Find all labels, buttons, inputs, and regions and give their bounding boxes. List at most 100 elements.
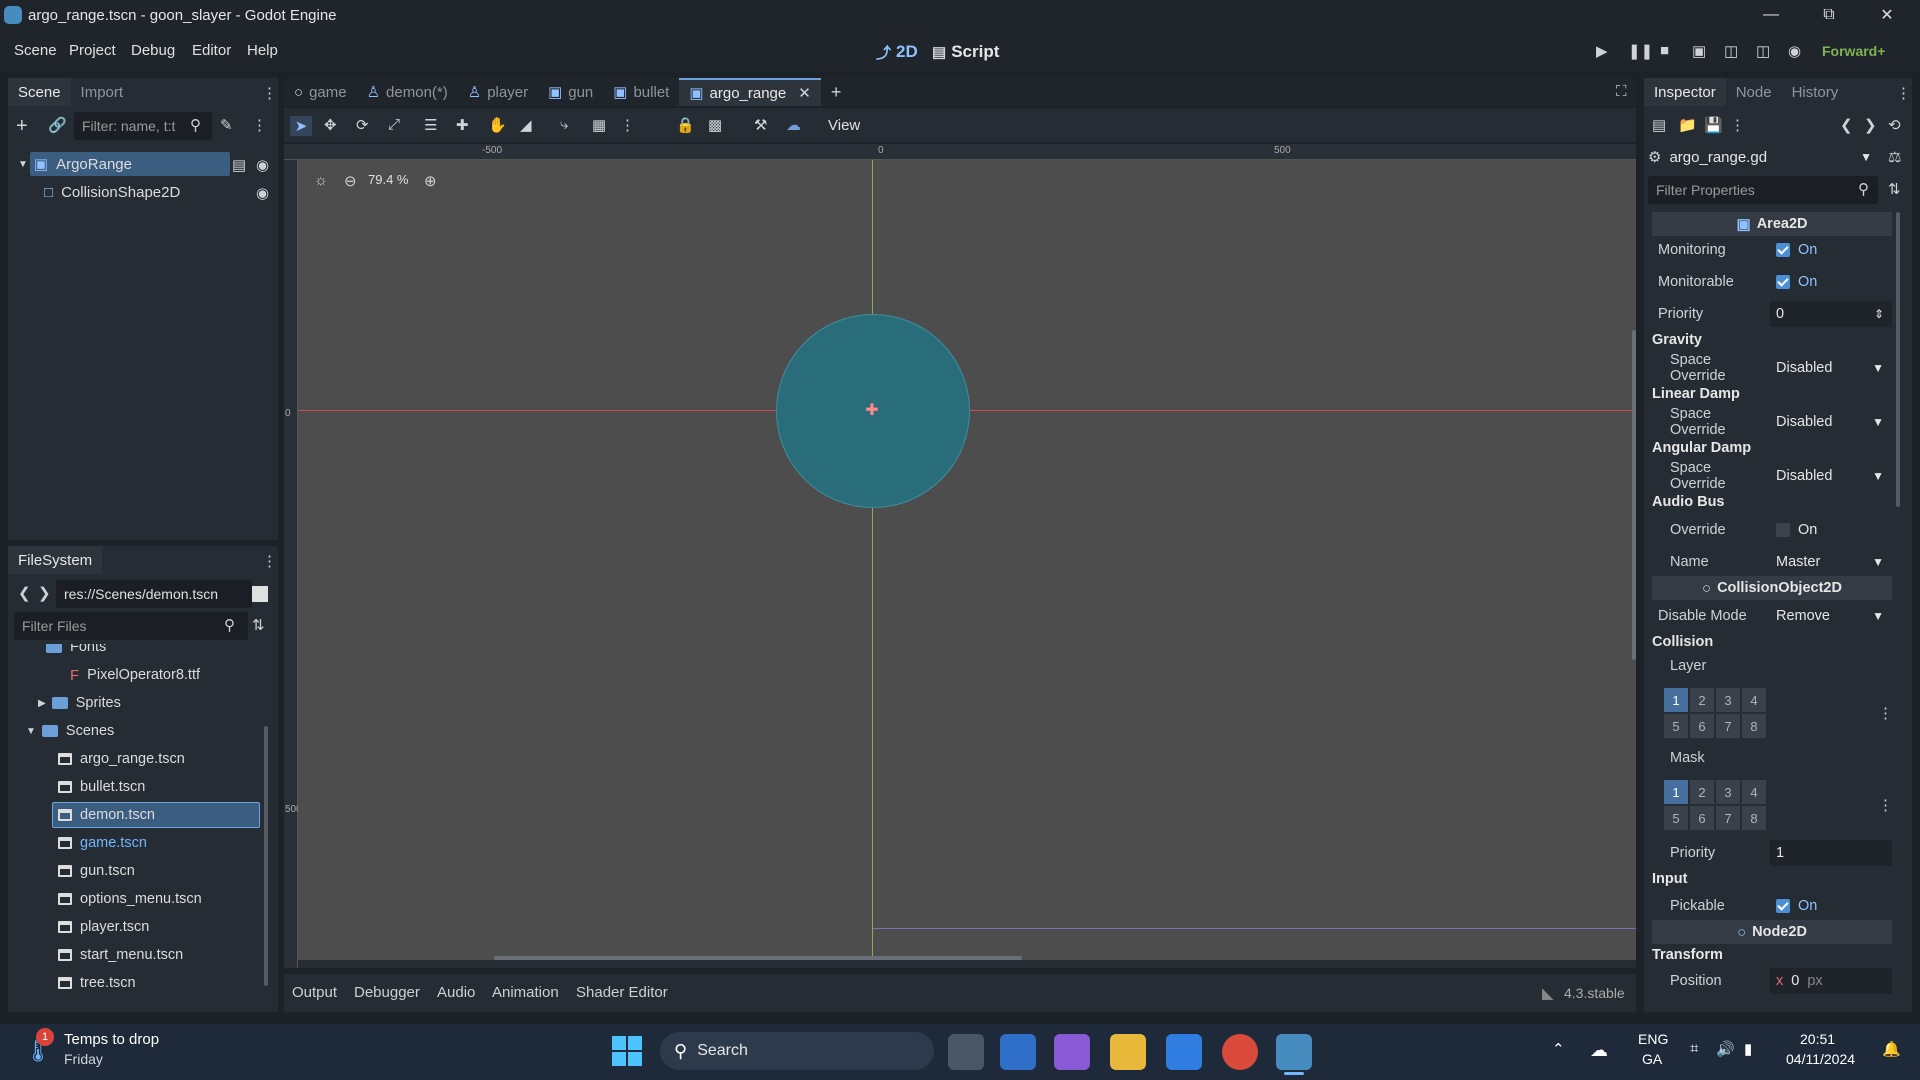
lock-icon[interactable]: 🔒 <box>676 116 695 134</box>
cloud-icon[interactable]: ☁ <box>786 116 801 134</box>
collision-priority-spinbox[interactable]: 1 <box>1770 840 1892 866</box>
node-config-icon[interactable]: ⚖ <box>1888 148 1901 166</box>
tab-output[interactable]: Output <box>292 984 337 1001</box>
wifi-icon[interactable]: ⌗ <box>1690 1040 1698 1057</box>
chevron-up-icon[interactable]: ⌃ <box>1552 1040 1565 1058</box>
layer-menu-icon[interactable]: ⋮ <box>1878 704 1893 722</box>
file-game[interactable]: game.tscn <box>58 830 147 856</box>
file-player[interactable]: player.tscn <box>58 914 149 940</box>
file-bullet[interactable]: bullet.tscn <box>58 774 145 800</box>
taskbar-search[interactable]: ⚲ Search <box>660 1032 934 1070</box>
tab-filesystem[interactable]: FileSystem <box>8 546 103 574</box>
script-attach-icon[interactable]: ✎ <box>220 116 233 134</box>
load-resource-icon[interactable]: 📁 <box>1678 116 1697 134</box>
rotate-tool-icon[interactable]: ⟳ <box>356 116 369 134</box>
close-tab-icon[interactable]: ✕ <box>798 84 811 102</box>
layer-bit[interactable]: 4 <box>1742 688 1766 712</box>
chrome-icon[interactable] <box>1222 1034 1258 1070</box>
task-view-icon[interactable] <box>948 1034 984 1070</box>
pause-icon[interactable]: ❚❚ <box>1628 42 1653 60</box>
file-demon[interactable]: demon.tscn <box>58 802 155 828</box>
grid-snap-icon[interactable]: ▦ <box>592 116 606 134</box>
menu-debug[interactable]: Debug <box>131 42 175 59</box>
move-tool-icon[interactable]: ✥ <box>324 116 337 134</box>
mask-menu-icon[interactable]: ⋮ <box>1878 796 1893 814</box>
tab-gun[interactable]: ▣ gun <box>538 78 603 106</box>
history-back-icon[interactable]: ❮ <box>1840 116 1853 134</box>
file-gun[interactable]: gun.tscn <box>58 858 135 884</box>
class-header-node2d[interactable]: ○ Node2D <box>1652 920 1892 944</box>
mask-bit[interactable]: 4 <box>1742 780 1766 804</box>
smart-snap-icon[interactable]: ⤷ <box>560 116 568 133</box>
folder-fonts[interactable]: Fonts <box>46 644 106 660</box>
godot-taskbar-icon[interactable] <box>1276 1034 1312 1070</box>
split-view-icon[interactable] <box>252 586 268 602</box>
folder-sprites[interactable]: ▶ Sprites <box>38 690 121 716</box>
layer-bit[interactable]: 3 <box>1716 688 1740 712</box>
ruler-tool-icon[interactable]: ◢ <box>520 116 532 134</box>
bone-icon[interactable]: ⚒ <box>754 116 767 134</box>
file-tree-scene[interactable]: tree.tscn <box>58 970 136 996</box>
menu-project[interactable]: Project <box>69 42 116 59</box>
group-input[interactable]: Input <box>1650 866 1892 892</box>
mask-bit[interactable]: 3 <box>1716 780 1740 804</box>
play-icon[interactable]: ▶ <box>1596 42 1608 60</box>
snap-options-icon[interactable]: ⋮ <box>620 116 635 134</box>
select-tool-icon[interactable]: ➤ <box>290 116 312 136</box>
gravity-override-select[interactable]: Disabled ▼ <box>1770 360 1892 376</box>
weather-title[interactable]: Temps to drop <box>64 1031 159 1048</box>
file-pixeloperator[interactable]: F PixelOperator8.ttf <box>70 662 200 688</box>
group-icon[interactable]: ▩ <box>708 116 722 134</box>
visibility-eye-icon[interactable]: ◉ <box>256 184 269 202</box>
clock-time[interactable]: 20:51 <box>1800 1031 1835 1047</box>
mask-bit[interactable]: 5 <box>1664 806 1688 830</box>
priority-spinbox[interactable]: 0 ⇕ <box>1770 301 1892 327</box>
mask-bit[interactable]: 8 <box>1742 806 1766 830</box>
tab-debugger[interactable]: Debugger <box>354 984 420 1001</box>
menu-help[interactable]: Help <box>247 42 278 59</box>
path-field[interactable]: res://Scenes/demon.tscn <box>56 580 252 608</box>
horizontal-scrollbar[interactable] <box>494 956 1022 960</box>
copilot-icon[interactable] <box>1054 1034 1090 1070</box>
file-options-menu[interactable]: options_menu.tscn <box>58 886 202 912</box>
onedrive-cloud-icon[interactable]: ☁ <box>1590 1040 1608 1061</box>
play-custom-icon[interactable]: ◫ <box>1756 42 1770 60</box>
close-window-button[interactable]: ✕ <box>1864 0 1910 30</box>
group-collision[interactable]: Collision <box>1650 629 1892 655</box>
inspector-scrollbar[interactable] <box>1896 212 1900 507</box>
pickable-checkbox[interactable]: On <box>1770 898 1892 914</box>
file-argo-range[interactable]: argo_range.tscn <box>58 746 185 772</box>
group-angular-damp[interactable]: Angular Damp <box>1650 435 1892 461</box>
script-icon[interactable]: ▤ <box>232 156 246 174</box>
layer-bit[interactable]: 7 <box>1716 714 1740 738</box>
tab-scene[interactable]: Scene <box>8 78 71 106</box>
tab-animation[interactable]: Animation <box>492 984 559 1001</box>
audio-override-checkbox[interactable]: On <box>1770 522 1892 538</box>
fullscreen-icon[interactable]: ⛶ <box>1616 83 1627 100</box>
folder-scenes[interactable]: ▼ Scenes <box>26 718 114 744</box>
linear-override-select[interactable]: Disabled ▼ <box>1770 414 1892 430</box>
mask-bit[interactable]: 7 <box>1716 806 1740 830</box>
tree-node-argorange[interactable]: ▼ ▣ ArgoRange <box>18 151 132 177</box>
scale-tool-icon[interactable]: ⤢ <box>388 116 400 133</box>
mask-bit[interactable]: 1 <box>1664 780 1688 804</box>
position-x-field[interactable]: x 0 px <box>1770 968 1892 994</box>
class-header-collisionobject2d[interactable]: ○ CollisionObject2D <box>1652 576 1892 600</box>
tab-bullet[interactable]: ▣ bullet <box>603 78 679 106</box>
zoom-in-icon[interactable]: ⊕ <box>424 172 437 190</box>
add-tab-button[interactable]: + <box>821 78 852 106</box>
monitorable-checkbox[interactable]: On <box>1770 274 1892 290</box>
layer-bit[interactable]: 8 <box>1742 714 1766 738</box>
chevron-down-icon[interactable]: ▼ <box>26 726 36 737</box>
class-header-area2d[interactable]: ▣ Area2D <box>1652 212 1892 236</box>
volume-icon[interactable]: 🔊 <box>1716 1040 1735 1058</box>
windows-start-icon[interactable] <box>612 1036 642 1066</box>
dock-menu-icon[interactable]: ⋮ <box>262 84 277 102</box>
scene-options-icon[interactable]: ⋮ <box>252 116 267 134</box>
tab-game[interactable]: ○ game <box>284 78 357 106</box>
script-selector[interactable]: ⚙ argo_range.gd ▼ <box>1648 144 1878 170</box>
battery-icon[interactable]: ▮ <box>1744 1040 1752 1058</box>
file-start-menu[interactable]: start_menu.tscn <box>58 942 183 968</box>
tab-inspector[interactable]: Inspector <box>1644 78 1726 106</box>
dock-menu-icon[interactable]: ⋮ <box>1896 84 1911 102</box>
